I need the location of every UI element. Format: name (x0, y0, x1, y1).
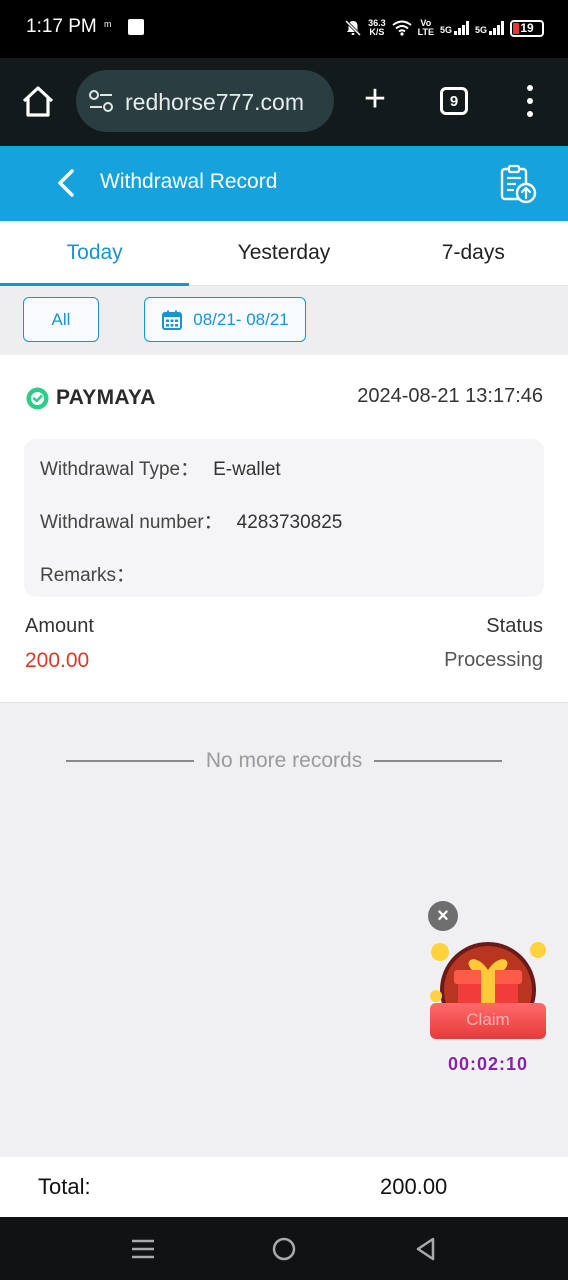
remarks-label: Remarks： (40, 565, 136, 586)
status-icons: 36.3 K/S Vo LTE 5G 5G 19 (344, 16, 544, 40)
date-range-button[interactable]: 08/21- 08/21 (144, 297, 306, 342)
signal-icon: 5G (440, 21, 469, 35)
battery-icon: 19 (510, 19, 544, 37)
wifi-icon (392, 20, 412, 36)
withdrawal-number-label: Withdrawal number： (40, 512, 223, 533)
withdrawal-number-row: Withdrawal number： 4283730825 (40, 507, 342, 534)
claim-button[interactable]: Claim (430, 1003, 546, 1039)
total-value: 200.00 (380, 1174, 448, 1199)
mute-bell-icon (345, 19, 362, 37)
signal-icon-2: 5G (475, 21, 504, 35)
app-header: Withdrawal Record (0, 146, 568, 221)
status-time: 1:17 PM (26, 16, 97, 37)
new-tab-button[interactable]: + (358, 80, 392, 118)
status-value: Processing (444, 649, 543, 671)
volte-indicator: Vo LTE (417, 18, 434, 37)
date-tabs: Today Yesterday 7-days (0, 221, 568, 286)
filter-all-button[interactable]: All (23, 297, 99, 342)
amount-value: 200.00 (25, 649, 90, 672)
withdrawal-type-row: Withdrawal Type： E-wallet (40, 454, 281, 481)
total-label: Total: (38, 1174, 91, 1199)
net-speed: 36.3 K/S (368, 18, 386, 37)
nav-home-icon[interactable] (270, 1235, 298, 1263)
withdrawal-number-value: 4283730825 (236, 512, 343, 533)
tab-today[interactable]: Today (0, 221, 190, 286)
close-icon[interactable]: × (428, 901, 458, 931)
no-more-records: No more records (66, 746, 503, 776)
recents-menu-icon[interactable] (129, 1235, 157, 1263)
remarks-row: Remarks： (40, 560, 135, 587)
nav-back-icon[interactable] (412, 1235, 440, 1263)
calendar-icon (162, 310, 183, 330)
date-range-text: 08/21- 08/21 (193, 309, 289, 329)
status-bar: 1:17 PM ᵐ 36.3 K/S Vo LTE 5G 5G 19 (0, 0, 568, 58)
provider-name: PAYMAYA (56, 386, 156, 409)
divider-right (374, 760, 503, 762)
claim-timer: 00:02:10 (447, 1054, 529, 1074)
system-nav-bar (0, 1217, 568, 1280)
browser-menu-icon[interactable] (521, 85, 539, 117)
tab-switcher-button[interactable]: 9 (440, 87, 468, 115)
back-arrow-icon[interactable] (54, 168, 80, 198)
page-title: Withdrawal Record (100, 170, 278, 193)
divider-left (66, 760, 194, 762)
app-notification-icon (128, 19, 144, 35)
browser-toolbar: redhorse777.com + 9 (0, 58, 568, 146)
withdrawal-type-value: E-wallet (213, 459, 281, 480)
amount-label: Amount (25, 615, 94, 637)
filter-bar: All 08/21- 08/21 (0, 286, 568, 354)
record-datetime: 2024-08-21 13:17:46 (357, 385, 543, 407)
record-details: Withdrawal Type： E-wallet Withdrawal numb… (24, 439, 544, 597)
provider: PAYMAYA (25, 385, 156, 411)
tab-7-days[interactable]: 7-days (379, 221, 568, 285)
tab-yesterday[interactable]: Yesterday (189, 221, 378, 285)
total-bar: Total: 200.00 (0, 1157, 568, 1217)
url-text[interactable]: redhorse777.com (125, 89, 304, 116)
no-more-records-text: No more records (205, 749, 363, 772)
paymaya-logo-icon (26, 387, 49, 409)
withdrawal-record-card: PAYMAYA 2024-08-21 13:17:46 Withdrawal T… (0, 355, 568, 703)
status-label: Status (486, 615, 543, 637)
record-upload-icon[interactable] (498, 163, 538, 205)
withdrawal-type-label: Withdrawal Type： (40, 459, 200, 480)
home-icon[interactable] (18, 82, 58, 122)
notification-icon: ᵐ (104, 18, 112, 33)
site-settings-icon[interactable] (88, 89, 114, 113)
url-bar[interactable]: redhorse777.com (76, 70, 334, 132)
